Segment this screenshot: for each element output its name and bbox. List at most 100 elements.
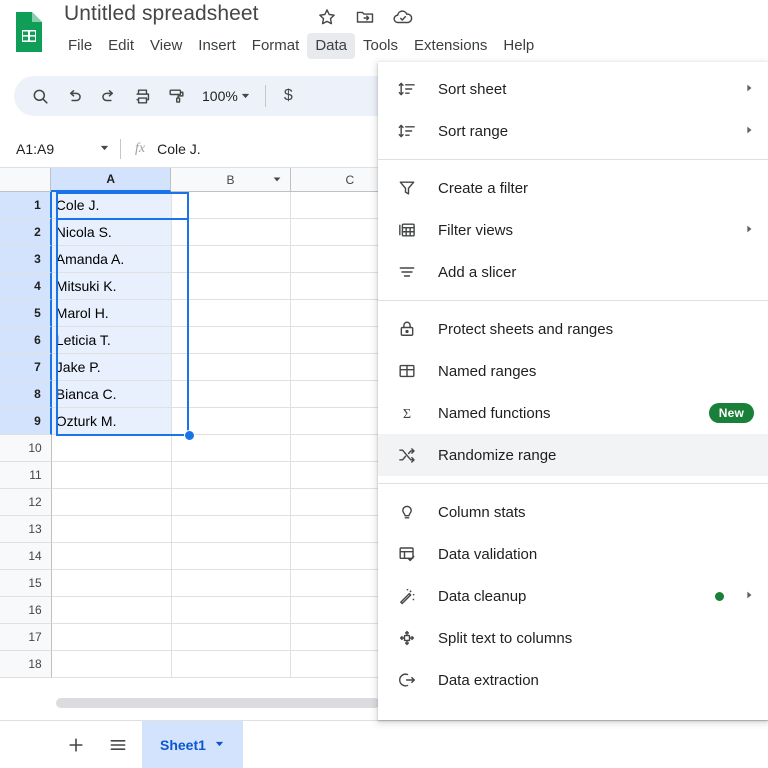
menu-item-column-stats[interactable]: Column stats	[378, 491, 768, 533]
cell-B11[interactable]	[171, 462, 292, 489]
select-all-corner[interactable]	[0, 168, 52, 192]
menu-extensions[interactable]: Extensions	[406, 33, 495, 59]
cell-A2[interactable]: Nicola S.	[51, 219, 172, 246]
cell-A13[interactable]	[51, 516, 172, 543]
currency-format-button[interactable]: $	[276, 87, 301, 105]
cell-B15[interactable]	[171, 570, 292, 597]
row-header-18[interactable]: 18	[0, 651, 52, 678]
cell-B18[interactable]	[171, 651, 292, 678]
row-header-3[interactable]: 3	[0, 246, 52, 273]
cell-A6[interactable]: Leticia T.	[51, 327, 172, 354]
menu-item-named-ranges[interactable]: Named ranges	[378, 350, 768, 392]
cell-B17[interactable]	[171, 624, 292, 651]
row-header-7[interactable]: 7	[0, 354, 52, 381]
row-header-12[interactable]: 12	[0, 489, 52, 516]
menu-data[interactable]: Data	[307, 33, 355, 59]
row-header-8[interactable]: 8	[0, 381, 52, 408]
cell-B9[interactable]	[171, 408, 292, 435]
sheet-tab-sheet1[interactable]: Sheet1	[142, 720, 243, 768]
cell-A17[interactable]	[51, 624, 172, 651]
star-icon[interactable]	[316, 6, 338, 28]
row-header-4[interactable]: 4	[0, 273, 52, 300]
menu-edit[interactable]: Edit	[100, 33, 142, 59]
row-header-15[interactable]: 15	[0, 570, 52, 597]
column-header-a[interactable]: A	[51, 168, 172, 192]
document-title[interactable]: Untitled spreadsheet	[64, 2, 259, 26]
row-header-11[interactable]: 11	[0, 462, 52, 489]
cell-B14[interactable]	[171, 543, 292, 570]
menu-file[interactable]: File	[60, 33, 100, 59]
all-sheets-button[interactable]	[100, 727, 136, 763]
row-header-17[interactable]: 17	[0, 624, 52, 651]
horizontal-scrollbar[interactable]	[56, 696, 380, 710]
menu-item-data-extraction[interactable]: Data extraction	[378, 659, 768, 701]
cell-B16[interactable]	[171, 597, 292, 624]
row-header-2[interactable]: 2	[0, 219, 52, 246]
cell-A8[interactable]: Bianca C.	[51, 381, 172, 408]
cell-B3[interactable]	[171, 246, 292, 273]
cell-A18[interactable]	[51, 651, 172, 678]
menu-format[interactable]: Format	[244, 33, 308, 59]
row-header-1[interactable]: 1	[0, 192, 52, 219]
cell-B12[interactable]	[171, 489, 292, 516]
row-header-14[interactable]: 14	[0, 543, 52, 570]
formula-input[interactable]: Cole J.	[157, 141, 201, 157]
zoom-selector[interactable]: 100%	[194, 81, 255, 111]
cell-A3[interactable]: Amanda A.	[51, 246, 172, 273]
row-header-5[interactable]: 5	[0, 300, 52, 327]
row-header-10[interactable]: 10	[0, 435, 52, 462]
search-icon[interactable]	[24, 80, 56, 112]
menu-item-protect-sheets-and-ranges[interactable]: Protect sheets and ranges	[378, 308, 768, 350]
cell-B13[interactable]	[171, 516, 292, 543]
cell-A5[interactable]: Marol H.	[51, 300, 172, 327]
menu-item-named-functions[interactable]: Σ Named functions New	[378, 392, 768, 434]
row-header-13[interactable]: 13	[0, 516, 52, 543]
menu-insert[interactable]: Insert	[190, 33, 244, 59]
menu-help[interactable]: Help	[495, 33, 542, 59]
cell-B10[interactable]	[171, 435, 292, 462]
print-icon[interactable]	[126, 80, 158, 112]
row-header-16[interactable]: 16	[0, 597, 52, 624]
cell-A16[interactable]	[51, 597, 172, 624]
menu-item-randomize-range[interactable]: Randomize range	[378, 434, 768, 476]
cell-A10[interactable]	[51, 435, 172, 462]
cell-B1[interactable]	[171, 192, 292, 219]
cell-B4[interactable]	[171, 273, 292, 300]
menu-item-data-validation[interactable]: Data validation	[378, 533, 768, 575]
chevron-down-icon[interactable]	[214, 738, 225, 751]
scrollbar-thumb[interactable]	[56, 698, 380, 708]
cell-A14[interactable]	[51, 543, 172, 570]
cell-A12[interactable]	[51, 489, 172, 516]
cell-B5[interactable]	[171, 300, 292, 327]
chevron-down-icon[interactable]	[272, 174, 282, 186]
column-header-b[interactable]: B	[171, 168, 291, 192]
cell-A15[interactable]	[51, 570, 172, 597]
cell-B8[interactable]	[171, 381, 292, 408]
name-box[interactable]: A1:A9	[0, 141, 120, 157]
cell-B7[interactable]	[171, 354, 292, 381]
row-header-6[interactable]: 6	[0, 327, 52, 354]
cell-A4[interactable]: Mitsuki K.	[51, 273, 172, 300]
undo-icon[interactable]	[58, 80, 90, 112]
cell-B2[interactable]	[171, 219, 292, 246]
add-sheet-button[interactable]	[58, 727, 94, 763]
menu-item-split-text-to-columns[interactable]: Split text to columns	[378, 617, 768, 659]
cell-A11[interactable]	[51, 462, 172, 489]
cell-A9[interactable]: Ozturk M.	[51, 408, 172, 435]
menu-view[interactable]: View	[142, 33, 190, 59]
move-to-folder-icon[interactable]	[354, 6, 376, 28]
menu-item-filter-views[interactable]: Filter views	[378, 209, 768, 251]
menu-item-create-a-filter[interactable]: Create a filter	[378, 167, 768, 209]
cloud-saved-icon[interactable]	[392, 6, 414, 28]
menu-item-data-cleanup[interactable]: Data cleanup	[378, 575, 768, 617]
cell-A7[interactable]: Jake P.	[51, 354, 172, 381]
cell-B6[interactable]	[171, 327, 292, 354]
menu-item-sort-sheet[interactable]: Sort sheet	[378, 68, 768, 110]
cell-A1[interactable]: Cole J.	[51, 192, 172, 219]
menu-item-sort-range[interactable]: Sort range	[378, 110, 768, 152]
redo-icon[interactable]	[92, 80, 124, 112]
row-header-9[interactable]: 9	[0, 408, 52, 435]
paint-format-icon[interactable]	[160, 80, 192, 112]
menu-item-add-a-slicer[interactable]: Add a slicer	[378, 251, 768, 293]
menu-tools[interactable]: Tools	[355, 33, 406, 59]
